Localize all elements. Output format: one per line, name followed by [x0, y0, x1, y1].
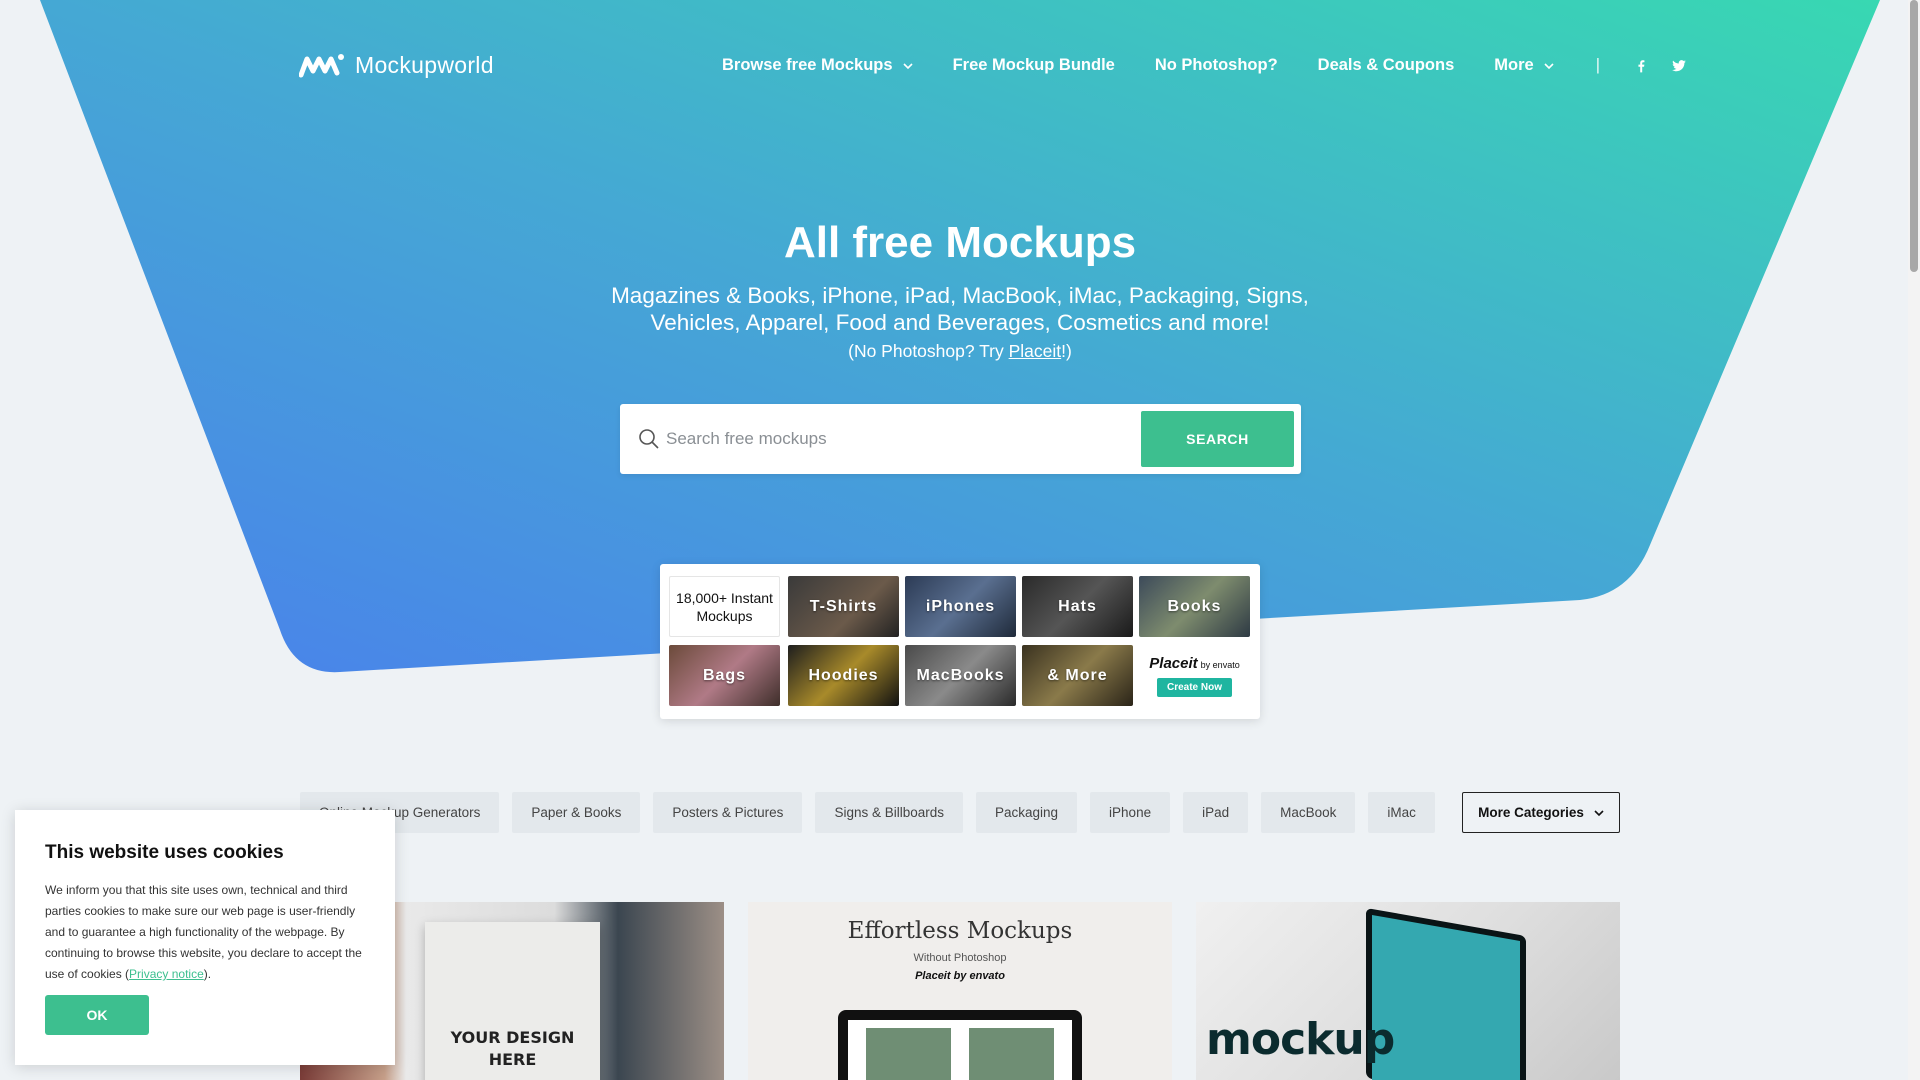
more-categories-button[interactable]: More Categories: [1462, 792, 1620, 833]
poster-image: YOUR DESIGN HERE: [425, 922, 600, 1080]
page-scrollbar[interactable]: [1908, 0, 1920, 1080]
mockup-card-placeit[interactable]: Effortless Mockups Without Photoshop Pla…: [748, 902, 1172, 1080]
tile-bags[interactable]: Bags: [669, 645, 780, 706]
placeit-logo-text: Placeit: [1149, 654, 1198, 672]
logo-text: Mockupworld: [355, 52, 494, 78]
nav-deals-label: Deals & Coupons: [1317, 56, 1455, 74]
tile-iphones[interactable]: iPhones: [905, 576, 1016, 637]
nav-bundle-label: Free Mockup Bundle: [952, 56, 1115, 74]
tile-books[interactable]: Books: [1139, 576, 1250, 637]
card-brand: Placeit by envato: [915, 970, 1005, 982]
more-categories-label: More Categories: [1478, 805, 1584, 820]
category-filters: Online Mockup Generators Paper & Books P…: [300, 792, 1448, 833]
logo-mark-icon: [299, 53, 344, 77]
chevron-down-icon: [1544, 62, 1554, 69]
top-navigation: Mockupworld Browse free Mockups Free Moc…: [0, 0, 1920, 135]
nav-free-bundle[interactable]: Free Mockup Bundle: [953, 56, 1115, 75]
search-icon: [639, 429, 659, 449]
category-ipad[interactable]: iPad: [1183, 792, 1249, 833]
site-logo[interactable]: Mockupworld: [299, 52, 494, 79]
scrollbar-thumb[interactable]: [1910, 0, 1918, 272]
chevron-down-icon: [1594, 809, 1604, 816]
hero-subtitle: Magazines & Books, iPhone, iPad, MacBook…: [611, 283, 1309, 335]
nav-separator: |: [1595, 56, 1600, 74]
tile-hats[interactable]: Hats: [1022, 576, 1133, 637]
nav-browse-mockups[interactable]: Browse free Mockups: [722, 56, 913, 75]
nav-browse-label: Browse free Mockups: [722, 56, 893, 74]
nav-more[interactable]: More: [1494, 56, 1554, 75]
social-links: [1634, 58, 1686, 74]
card-title: Effortless Mockups: [847, 918, 1073, 944]
cookie-body-end: ).: [203, 967, 212, 981]
placeit-promo-box: 18,000+ Instant Mockups T-Shirts iPhones…: [660, 564, 1260, 719]
hero-note-prefix: (No Photoshop? Try: [848, 341, 1009, 361]
category-imac[interactable]: iMac: [1368, 792, 1435, 833]
nav-no-photoshop-label: No Photoshop?: [1154, 56, 1278, 74]
cookie-text: We inform you that this site uses own, t…: [45, 880, 370, 985]
nav-links: Browse free Mockups Free Mockup Bundle N…: [722, 56, 1686, 75]
search-box: SEARCH: [620, 404, 1301, 474]
card-mockup-text: mockup: [1206, 1014, 1395, 1065]
category-packaging[interactable]: Packaging: [976, 792, 1078, 833]
placeit-by-envato: by envato: [1200, 659, 1240, 670]
category-macbook[interactable]: MacBook: [1261, 792, 1356, 833]
hero-note: (No Photoshop? Try Placeit!): [0, 341, 1920, 362]
search-input[interactable]: [666, 422, 1136, 456]
privacy-notice-link[interactable]: Privacy notice: [129, 967, 204, 981]
cookie-ok-button[interactable]: OK: [45, 995, 149, 1035]
hero-title: All free Mockups: [783, 218, 1137, 267]
category-iphone[interactable]: iPhone: [1090, 792, 1171, 833]
placeit-info-tile[interactable]: 18,000+ Instant Mockups: [669, 576, 780, 637]
tile-macbooks[interactable]: MacBooks: [905, 645, 1016, 706]
laptop-image: [838, 1010, 1082, 1080]
chevron-down-icon: [902, 62, 913, 69]
tile-t-shirts[interactable]: T-Shirts: [788, 576, 899, 637]
mockup-card-laptop[interactable]: mockup: [1196, 902, 1620, 1080]
nav-deals[interactable]: Deals & Coupons: [1318, 56, 1455, 75]
cookie-title: This website uses cookies: [45, 842, 284, 863]
create-now-button[interactable]: Create Now: [1156, 677, 1232, 697]
twitter-icon[interactable]: [1672, 58, 1686, 74]
placeit-brand-tile[interactable]: Placeit by envato Create Now: [1139, 645, 1250, 706]
cookie-banner: This website uses cookies We inform you …: [15, 810, 395, 1065]
poster-text: YOUR DESIGN HERE: [450, 1028, 575, 1069]
category-signs-billboards[interactable]: Signs & Billboards: [815, 792, 963, 833]
search-button[interactable]: SEARCH: [1141, 411, 1294, 467]
laptop-screen: [848, 1020, 1072, 1080]
placeit-logo: Placeit by envato: [1149, 655, 1239, 672]
nav-no-photoshop[interactable]: No Photoshop?: [1155, 56, 1278, 75]
category-posters-pictures[interactable]: Posters & Pictures: [653, 792, 803, 833]
card-subtitle: Without Photoshop: [913, 952, 1007, 964]
tile-and-more[interactable]: & More: [1022, 645, 1133, 706]
placeit-link[interactable]: Placeit: [1009, 341, 1062, 361]
nav-more-label: More: [1494, 56, 1534, 74]
hero-note-suffix: !): [1061, 341, 1072, 361]
category-paper-books[interactable]: Paper & Books: [512, 792, 641, 833]
tile-hoodies[interactable]: Hoodies: [788, 645, 899, 706]
facebook-icon[interactable]: [1634, 58, 1648, 74]
